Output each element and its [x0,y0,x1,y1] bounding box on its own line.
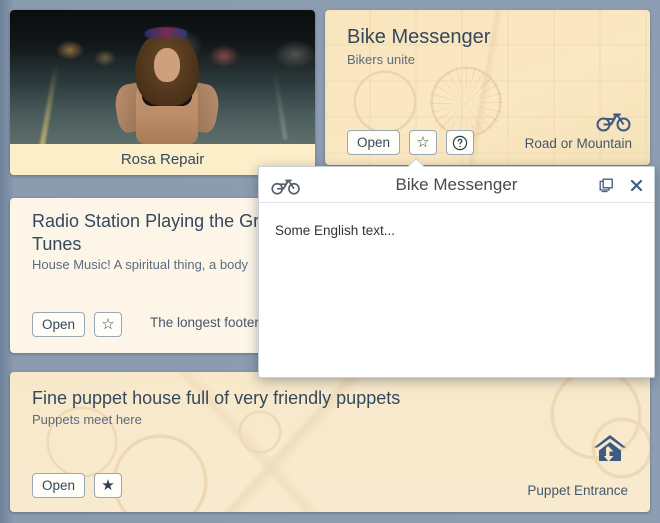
favorite-star-button-puppet[interactable]: ★ [94,473,123,498]
bike-card-action-row: Open ☆ [347,130,475,155]
open-button-radio[interactable]: Open [32,312,86,337]
popover-body: Some English text... [259,203,654,258]
radio-card-footer-text: The longest footer [150,315,259,330]
bicycle-icon [596,108,632,132]
popover-body-text: Some English text... [275,223,396,238]
question-mark-icon [452,135,468,150]
figure-headband [145,27,187,38]
popover-header: Bike Messenger [259,167,654,203]
open-button-bike[interactable]: Open [347,130,401,155]
favorite-star-button-bike[interactable]: ☆ [409,130,438,155]
help-button-bike[interactable] [446,130,475,155]
puppet-card-action-row: Open ★ [32,473,123,498]
popover-arrow [407,158,425,167]
card-rosa-repair[interactable]: Rosa Repair [10,10,315,175]
puppet-card-heading: Fine puppet house full of very friendly … [32,388,400,427]
star-filled-icon: ★ [101,477,115,494]
bicycle-wheel-spokes-art [429,66,503,140]
star-outline-icon: ☆ [416,134,430,151]
bike-messenger-popover[interactable]: Bike Messenger Some English text... [258,166,655,378]
open-button-puppet[interactable]: Open [32,473,86,498]
puppet-card-title: Fine puppet house full of very friendly … [32,388,401,408]
card-bike-messenger[interactable]: Bike Messenger Bikers unite Road or Moun… [325,10,650,165]
rosa-repair-photo [10,10,315,144]
radio-card-action-row: Open ☆ [32,312,123,337]
bike-card-heading: Bike Messenger Bikers unite [347,26,490,67]
street-lane-marking-right [272,70,288,140]
bike-card-footer-text: Road or Mountain [524,136,632,151]
restore-window-icon[interactable] [598,177,615,194]
bike-card-title: Bike Messenger [347,26,491,48]
figure-face [154,48,180,82]
card-puppet-house[interactable]: Fine puppet house full of very friendly … [10,372,650,512]
bicycle-icon [271,175,301,195]
street-lane-marking [39,63,59,144]
home-entrance-icon [592,432,628,464]
popover-title: Bike Messenger [395,174,518,194]
app-root: Rosa Repair Bike Messenger Bikers unite … [0,0,660,523]
star-outline-icon: ☆ [101,316,115,333]
close-icon[interactable] [629,178,644,193]
popover-header-actions [598,167,644,203]
favorite-star-button-radio[interactable]: ☆ [94,312,123,337]
home-entrance-glyph [594,435,626,462]
puppet-card-footer-text: Puppet Entrance [527,483,628,498]
bike-card-subtitle: Bikers unite [347,52,415,67]
puppet-card-subtitle: Puppets meet here [32,412,142,427]
